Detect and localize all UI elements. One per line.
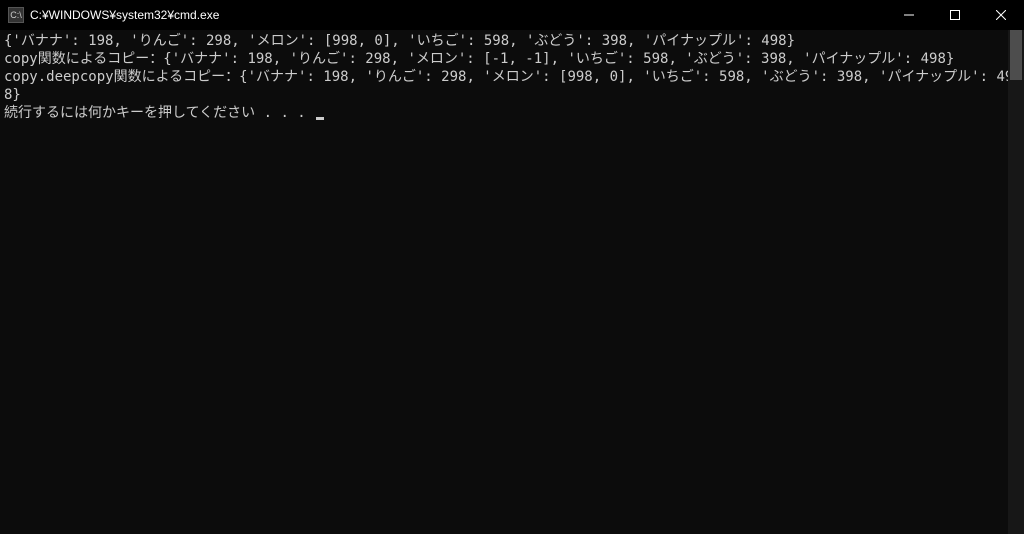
window-titlebar: C:\ C:¥WINDOWS¥system32¥cmd.exe <box>0 0 1024 30</box>
cursor <box>316 117 324 120</box>
output-line: copy関数によるコピー：{'バナナ': 198, 'りんご': 298, 'メ… <box>4 51 954 67</box>
cmd-icon-label: C:\ <box>10 10 22 20</box>
close-icon <box>996 10 1006 20</box>
cmd-icon: C:\ <box>8 7 24 23</box>
maximize-icon <box>950 10 960 20</box>
window-controls <box>886 0 1024 30</box>
maximize-button[interactable] <box>932 0 978 30</box>
minimize-button[interactable] <box>886 0 932 30</box>
output-line: copy.deepcopy関数によるコピー：{'バナナ': 198, 'りんご'… <box>4 69 1013 103</box>
output-line: 続行するには何かキーを押してください . . . <box>4 105 314 121</box>
terminal-area[interactable]: {'バナナ': 198, 'りんご': 298, 'メロン': [998, 0]… <box>0 30 1024 534</box>
minimize-icon <box>904 10 914 20</box>
close-button[interactable] <box>978 0 1024 30</box>
scrollbar-thumb[interactable] <box>1010 30 1022 80</box>
terminal-output: {'バナナ': 198, 'りんご': 298, 'メロン': [998, 0]… <box>4 32 1020 122</box>
output-line: {'バナナ': 198, 'りんご': 298, 'メロン': [998, 0]… <box>4 33 795 49</box>
window-title: C:¥WINDOWS¥system32¥cmd.exe <box>30 8 886 22</box>
vertical-scrollbar[interactable] <box>1008 30 1024 534</box>
